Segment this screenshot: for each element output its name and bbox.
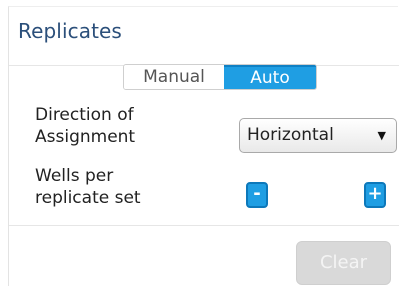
actions-divider [9, 225, 399, 226]
triangle-down-icon: ▼ [377, 129, 386, 142]
mode-toggle: Manual Auto [123, 64, 317, 90]
wells-label-line1: Wells per [35, 166, 114, 186]
replicates-panel: Replicates Manual Auto Direction of Assi… [8, 6, 399, 286]
panel-title: Replicates [18, 19, 122, 43]
mode-manual-button[interactable]: Manual [124, 65, 224, 89]
direction-label-line1: Direction of [35, 105, 134, 125]
direction-label-line2: Assignment [35, 127, 136, 147]
wells-increment-button[interactable]: + [364, 182, 386, 208]
mode-auto-button[interactable]: Auto [224, 65, 316, 89]
wells-stepper: - + [239, 178, 397, 212]
wells-value-input[interactable] [273, 182, 363, 210]
direction-select-value: Horizontal [247, 125, 334, 145]
wells-label-line2: replicate set [35, 188, 141, 208]
clear-button[interactable]: Clear [296, 241, 391, 285]
wells-decrement-button[interactable]: - [246, 182, 268, 208]
direction-select[interactable]: Horizontal ▼ [239, 118, 397, 153]
